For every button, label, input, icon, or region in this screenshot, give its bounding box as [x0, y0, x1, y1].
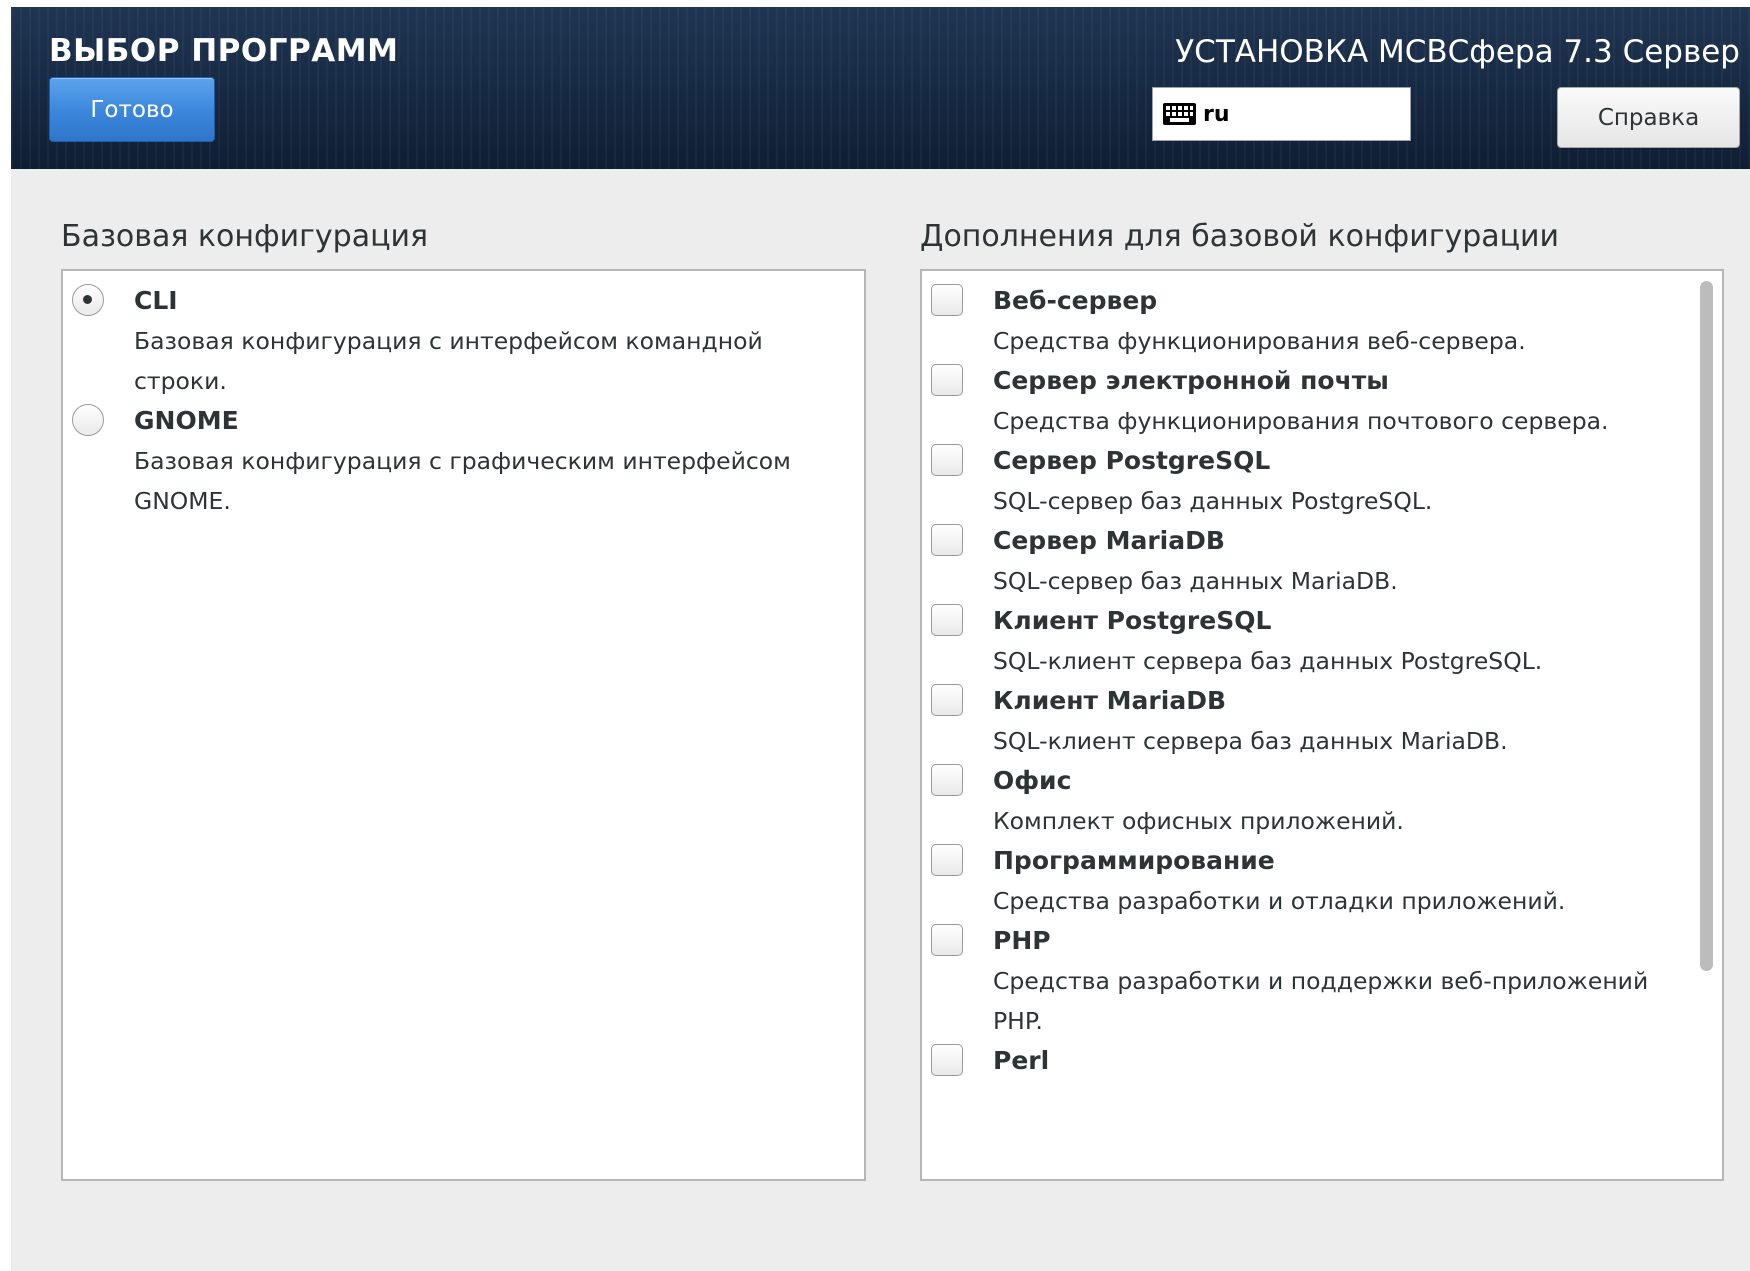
- environment-name: CLI: [134, 286, 178, 315]
- addon-option[interactable]: PHP Средства разработки и поддержки веб-п…: [931, 921, 1682, 1041]
- done-button[interactable]: Готово: [49, 77, 215, 142]
- addon-checkbox[interactable]: [931, 1044, 963, 1076]
- installer-window: ВЫБОР ПРОГРАММ Готово УСТАНОВКА МСВСфера…: [11, 7, 1750, 1271]
- environment-radio[interactable]: [72, 404, 104, 436]
- addon-checkbox[interactable]: [931, 604, 963, 636]
- help-button[interactable]: Справка: [1557, 87, 1740, 148]
- addon-checkbox[interactable]: [931, 524, 963, 556]
- keyboard-icon: [1162, 102, 1197, 126]
- addon-description: Средства функционирования веб-сервера.: [993, 327, 1526, 355]
- scrollbar-thumb[interactable]: [1700, 281, 1713, 971]
- addon-description: Комплект офисных приложений.: [993, 807, 1404, 835]
- addon-description: SQL-сервер баз данных MariaDB.: [993, 567, 1398, 595]
- addon-description: SQL-сервер баз данных PostgreSQL.: [993, 487, 1433, 515]
- addon-name: Perl: [993, 1046, 1050, 1075]
- addon-checkbox[interactable]: [931, 444, 963, 476]
- spoke-header: ВЫБОР ПРОГРАММ Готово УСТАНОВКА МСВСфера…: [11, 7, 1750, 169]
- addon-description: Средства функционирования почтового серв…: [993, 407, 1609, 435]
- spoke-title: ВЫБОР ПРОГРАММ: [49, 33, 399, 69]
- addon-option[interactable]: Сервер электронной почты Средства функцио…: [931, 361, 1682, 441]
- addon-option[interactable]: Сервер PostgreSQL SQL-сервер баз данных P…: [931, 441, 1682, 521]
- keyboard-layout-indicator[interactable]: ru: [1152, 87, 1411, 141]
- addon-checkbox[interactable]: [931, 844, 963, 876]
- product-title: УСТАНОВКА МСВСфера 7.3 Сервер: [1175, 34, 1740, 70]
- addons-heading: Дополнения для базовой конфигурации: [920, 219, 1560, 254]
- addon-option[interactable]: Веб-сервер Средства функционирования веб-…: [931, 281, 1682, 361]
- addon-name: Офис: [993, 766, 1072, 795]
- environment-radio[interactable]: [72, 284, 104, 316]
- addon-option[interactable]: Сервер MariaDB SQL-сервер баз данных Mari…: [931, 521, 1682, 601]
- addon-name: Сервер PostgreSQL: [993, 446, 1271, 475]
- addon-option[interactable]: Клиент PostgreSQL SQL-клиент сервера баз …: [931, 601, 1682, 681]
- environment-option[interactable]: CLI Базовая конфигурация с интерфейсом ко…: [72, 281, 856, 401]
- keyboard-layout-label: ru: [1203, 101, 1230, 127]
- addon-name: Клиент MariaDB: [993, 686, 1227, 715]
- base-environment-list: CLI Базовая конфигурация с интерфейсом ко…: [61, 269, 866, 1181]
- addon-name: Клиент PostgreSQL: [993, 606, 1272, 635]
- addon-name: Сервер электронной почты: [993, 366, 1389, 395]
- addon-option[interactable]: Клиент MariaDB SQL-клиент сервера баз дан…: [931, 681, 1682, 761]
- environment-name: GNOME: [134, 406, 239, 435]
- addons-scrollbar[interactable]: [1698, 277, 1716, 1177]
- addon-option[interactable]: Программирование Средства разработки и от…: [931, 841, 1682, 921]
- addon-checkbox[interactable]: [931, 364, 963, 396]
- environment-description: Базовая конфигурация с интерфейсом коман…: [134, 327, 763, 395]
- addon-checkbox[interactable]: [931, 284, 963, 316]
- addon-name: Веб-сервер: [993, 286, 1158, 315]
- addon-checkbox[interactable]: [931, 764, 963, 796]
- addon-name: Сервер MariaDB: [993, 526, 1225, 555]
- addon-checkbox[interactable]: [931, 924, 963, 956]
- addon-name: PHP: [993, 926, 1051, 955]
- addon-name: Программирование: [993, 846, 1275, 875]
- addon-description: SQL-клиент сервера баз данных PostgreSQL…: [993, 647, 1543, 675]
- addon-checkbox[interactable]: [931, 684, 963, 716]
- addons-list: Веб-сервер Средства функционирования веб-…: [920, 269, 1724, 1181]
- addon-description: Средства разработки и отладки приложений…: [993, 887, 1566, 915]
- addon-description: SQL-клиент сервера баз данных MariaDB.: [993, 727, 1508, 755]
- addon-option[interactable]: Perl: [931, 1041, 1682, 1081]
- environment-option[interactable]: GNOME Базовая конфигурация с графическим …: [72, 401, 856, 521]
- environment-description: Базовая конфигурация с графическим интер…: [134, 447, 791, 515]
- base-environment-heading: Базовая конфигурация: [61, 219, 429, 254]
- addon-description: Средства разработки и поддержки веб-прил…: [993, 967, 1649, 1035]
- addon-option[interactable]: Офис Комплект офисных приложений.: [931, 761, 1682, 841]
